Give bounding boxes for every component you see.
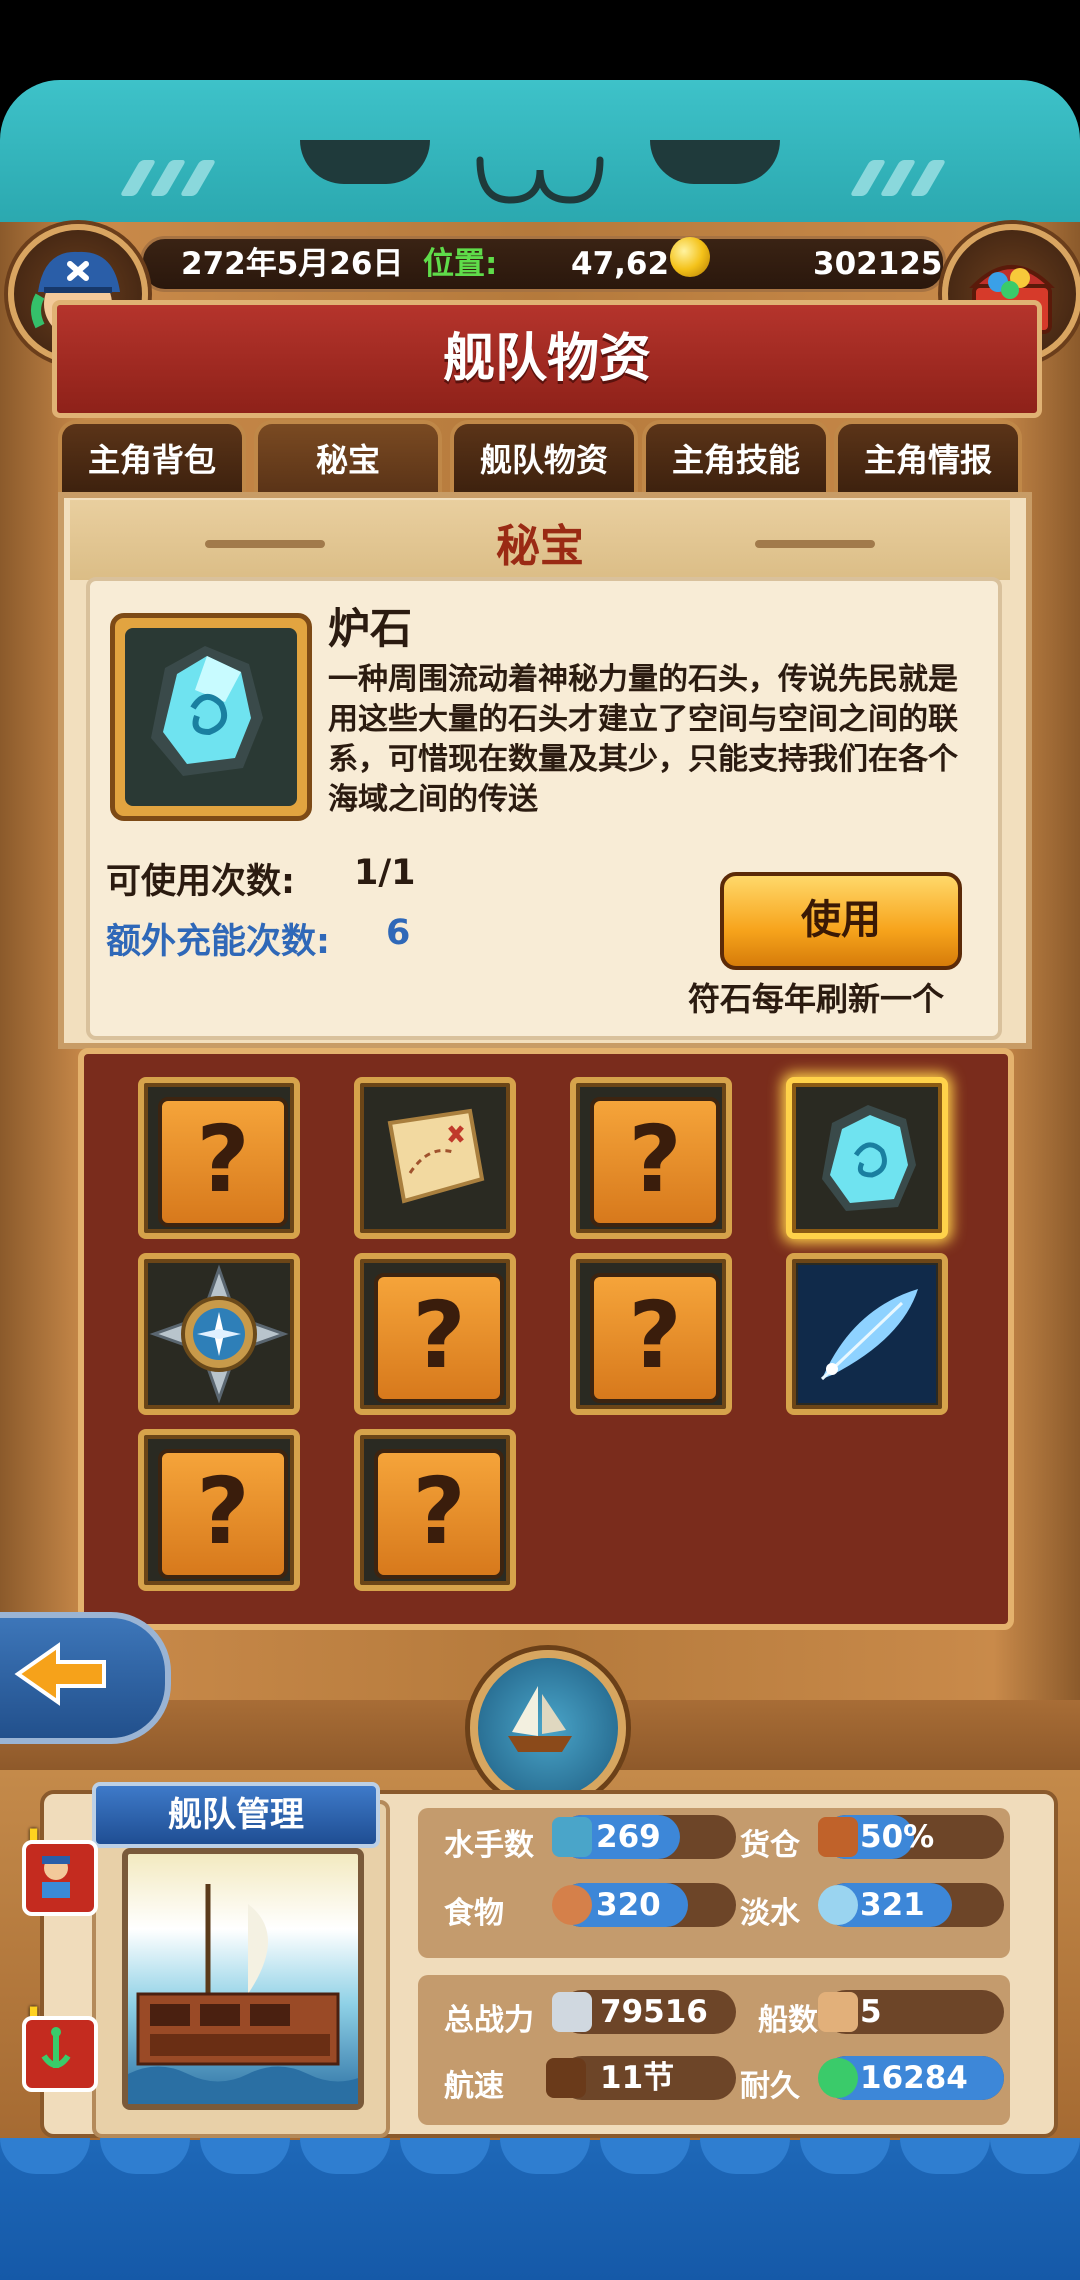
gold-amount: 302125 <box>813 246 943 282</box>
title-plaque: 舰队物资 <box>52 300 1042 418</box>
crystal-stone-icon <box>151 646 263 776</box>
treasure-slot-2[interactable] <box>354 1077 516 1239</box>
treasure-slot-10[interactable]: ? <box>354 1429 516 1591</box>
position-label: 位置: <box>423 246 498 282</box>
cargo-value: 50% <box>860 1819 935 1855</box>
item-name: 炉石 <box>328 604 413 653</box>
crossed-swords-icon <box>552 1992 592 2032</box>
extra-charges-value: 6 <box>386 913 411 953</box>
treasure-slot-5[interactable] <box>138 1253 300 1415</box>
water-value: 321 <box>860 1887 925 1923</box>
sailors-value: 269 <box>596 1819 661 1855</box>
compass-icon <box>149 1264 289 1404</box>
power-label: 总战力 <box>444 2003 534 2038</box>
item-description: 一种周围流动着神秘力量的石头，传说先民就是用这些大量的石头才建立了空间与空间之间… <box>328 662 958 817</box>
item-icon-frame <box>110 613 312 821</box>
durability-label: 耐久 <box>740 2069 800 2104</box>
power-value: 79516 <box>600 1994 708 2030</box>
water-label: 淡水 <box>740 1896 800 1931</box>
question-mark-icon: ? <box>374 1273 504 1403</box>
banner-mouth <box>476 156 604 204</box>
treasure-map-icon <box>387 1108 485 1204</box>
tab-treasure[interactable]: 秘宝 <box>254 420 442 494</box>
speed-bar: 11节 <box>560 2056 736 2100</box>
tab-hero-intel[interactable]: 主角情报 <box>834 420 1022 494</box>
durability-value: 16284 <box>860 2060 968 2096</box>
gold-coin-icon <box>670 237 710 277</box>
page-title: 舰队物资 <box>442 329 651 389</box>
sailboat-icon <box>546 2058 586 2098</box>
question-mark-icon: ? <box>590 1097 720 1227</box>
ship-illustration[interactable] <box>122 1848 368 2110</box>
treasure-slot-9[interactable]: ? <box>138 1429 300 1591</box>
speed-value: 11节 <box>600 2060 675 2096</box>
uses-value: 1/1 <box>354 853 416 893</box>
tab-hero-skills[interactable]: 主角技能 <box>642 420 830 494</box>
banner-eye-right <box>650 140 780 184</box>
question-mark-icon: ? <box>158 1449 288 1579</box>
meat-icon <box>552 1885 592 1925</box>
sail-button[interactable] <box>470 1650 626 1806</box>
repair-button[interactable] <box>22 2016 98 2092</box>
flourish-right <box>755 540 875 548</box>
question-mark-icon: ? <box>374 1449 504 1579</box>
sailor-button[interactable] <box>22 1840 98 1916</box>
position-value: 47,62 <box>571 246 670 282</box>
food-label: 食物 <box>444 1896 504 1931</box>
crystal-stone-icon <box>822 1105 916 1211</box>
question-mark-icon: ? <box>590 1273 720 1403</box>
feather-icon <box>798 1265 936 1403</box>
anchor-icon <box>41 2027 71 2068</box>
tab-fleet-supplies[interactable]: 舰队物资 <box>450 420 638 494</box>
sailor-icon <box>42 1856 70 1898</box>
crate-icon <box>818 1817 858 1857</box>
flourish-left <box>205 540 325 548</box>
ship-icon <box>508 1686 572 1752</box>
extra-charges-label: 额外充能次数: <box>106 922 330 962</box>
treasure-slot-7[interactable]: ? <box>570 1253 732 1415</box>
section-title: 秘宝 <box>496 521 584 572</box>
refresh-note: 符石每年刷新一个 <box>688 980 945 1018</box>
treasure-slot-4-selected[interactable] <box>786 1077 948 1239</box>
question-mark-icon: ? <box>158 1097 288 1227</box>
game-date: 272年5月26日 <box>181 246 404 282</box>
fleet-management-label[interactable]: 舰队管理 <box>92 1782 380 1848</box>
food-value: 320 <box>596 1887 661 1923</box>
tab-backpack[interactable]: 主角背包 <box>58 420 246 494</box>
arrow-left-icon <box>14 1642 106 1706</box>
sailor-icon <box>552 1817 592 1857</box>
treasure-slot-3[interactable]: ? <box>570 1077 732 1239</box>
sailors-label: 水手数 <box>444 1828 534 1863</box>
use-button[interactable]: 使用 <box>720 872 962 970</box>
back-button[interactable] <box>0 1612 171 1744</box>
treasure-slot-8[interactable] <box>786 1253 948 1415</box>
cargo-label: 货仓 <box>740 1828 800 1863</box>
status-bar: 272年5月26日 位置: 47,62 302125 <box>140 236 946 292</box>
speed-label: 航速 <box>444 2069 504 2104</box>
top-banner <box>0 80 1080 230</box>
ships-value: 5 <box>860 1994 882 2030</box>
ship-count-icon <box>818 1992 858 2032</box>
ships-label: 船数 <box>758 2003 818 2038</box>
anchor-icon <box>818 2058 858 2098</box>
treasure-slot-1[interactable]: ? <box>138 1077 300 1239</box>
banner-eye-left <box>300 140 430 184</box>
uses-label: 可使用次数: <box>106 862 295 902</box>
water-jug-icon <box>818 1885 858 1925</box>
treasure-slot-6[interactable]: ? <box>354 1253 516 1415</box>
galleon-icon <box>128 1884 368 2104</box>
